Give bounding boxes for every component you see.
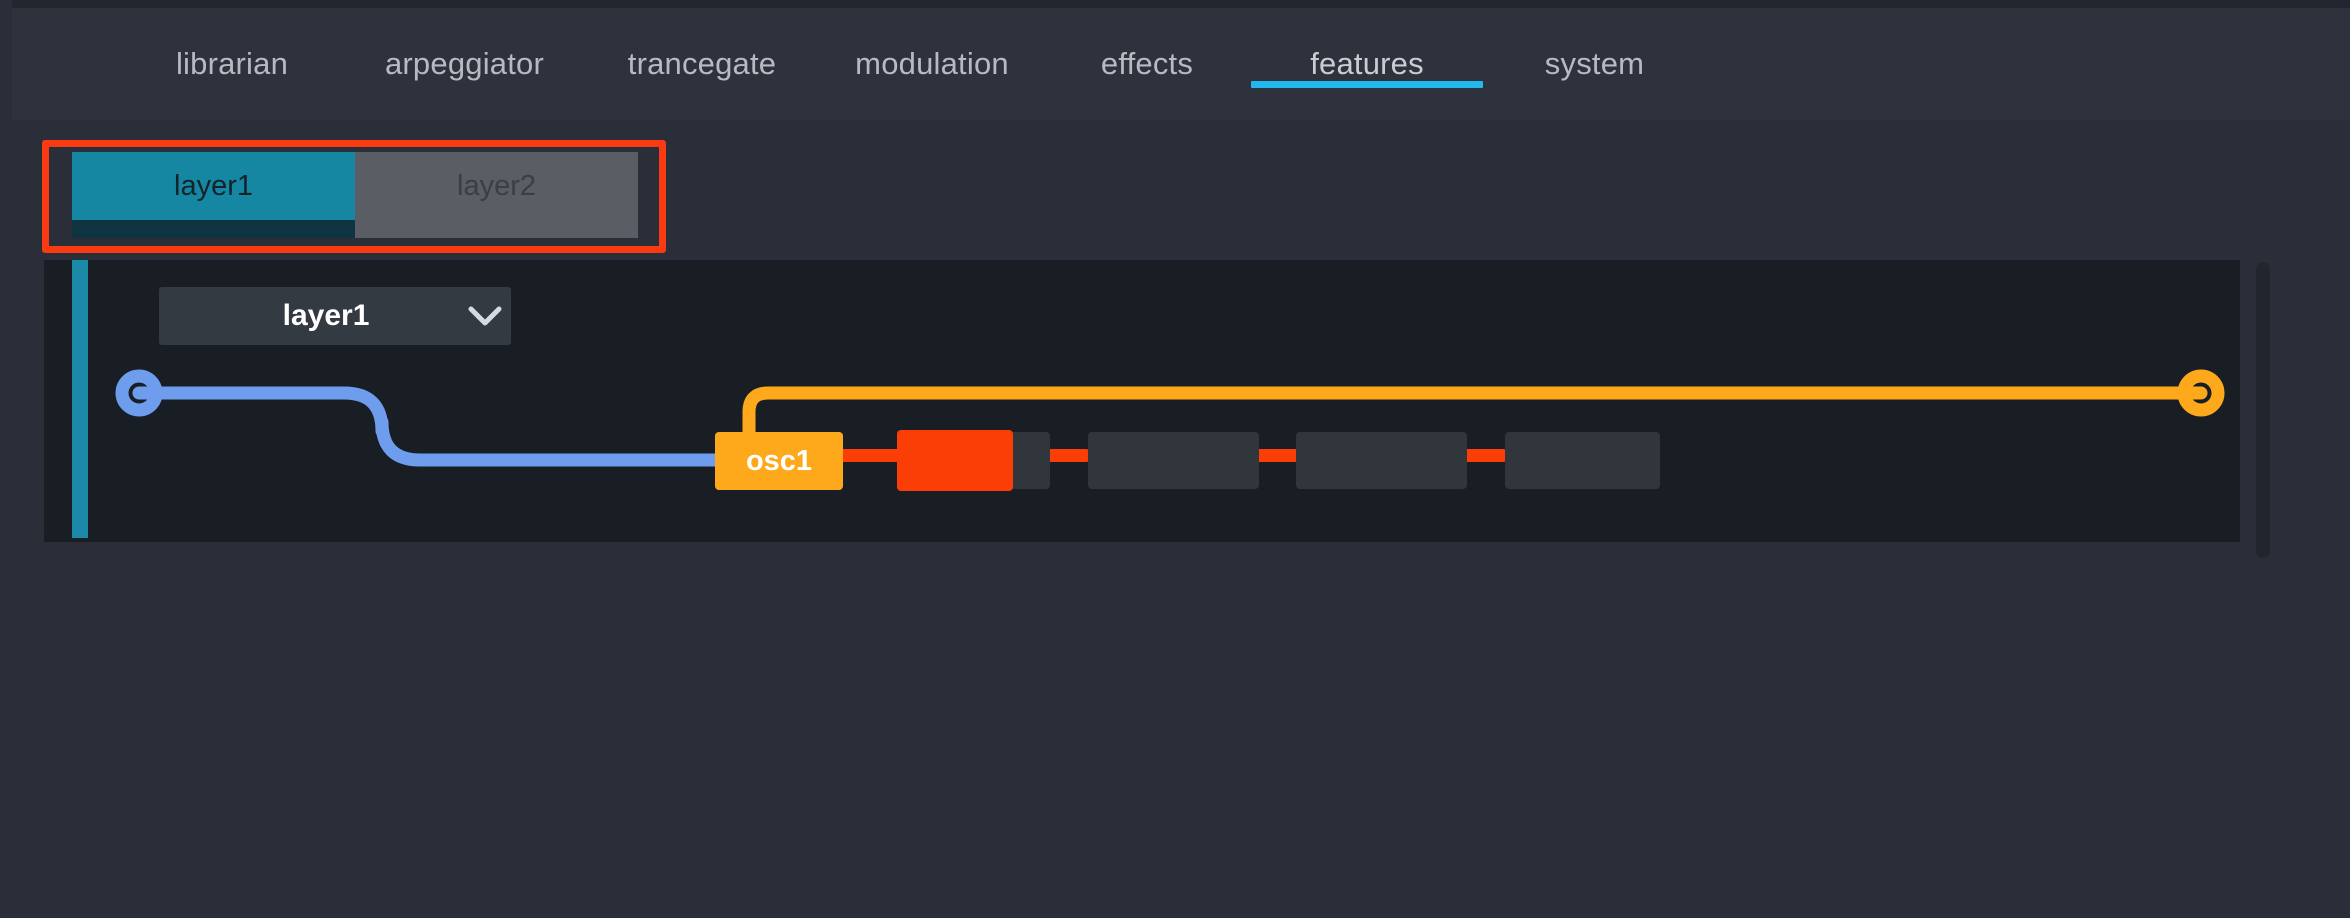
tab-features[interactable]: features — [1247, 8, 1487, 120]
vertical-scrollbar-thumb[interactable] — [2256, 262, 2270, 558]
layer-select-value: layer1 — [282, 299, 370, 332]
tab-system[interactable]: system — [1487, 8, 1702, 120]
connector-slot2-slot3 — [1046, 449, 1088, 462]
tab-arpeggiator[interactable]: arpeggiator — [342, 8, 587, 120]
node-slot-3[interactable] — [1088, 432, 1259, 489]
tab-label: features — [1310, 46, 1424, 81]
node-slot-5[interactable] — [1505, 432, 1660, 489]
layer1-selected-indicator — [72, 220, 355, 238]
active-tab-underline — [1251, 81, 1483, 88]
tab-label: librarian — [175, 46, 289, 81]
panel-right-edge — [2240, 260, 2244, 542]
input-port — [115, 369, 163, 417]
window-top-strip — [0, 0, 2350, 8]
node-osc1[interactable]: osc1 — [715, 432, 843, 490]
connector-slot4-slot5 — [1463, 449, 1505, 462]
layer-segment-group: layer1 layer2 — [72, 152, 638, 220]
connector-osc1-slot2 — [842, 449, 900, 462]
panel-accent-bar — [72, 260, 88, 538]
input-wire — [132, 386, 722, 467]
connector-slot3-slot4 — [1255, 449, 1297, 462]
layer-select-dropdown[interactable]: layer1 — [159, 287, 511, 345]
tab-effects[interactable]: effects — [1047, 8, 1247, 120]
tab-label: trancegate — [627, 46, 777, 81]
chevron-down-icon — [459, 305, 511, 327]
layer2-toggle-button[interactable]: layer2 — [355, 152, 638, 220]
tab-label: system — [1544, 46, 1645, 81]
main-tab-bar: librarian arpeggiator trancegate modulat… — [12, 8, 2350, 120]
layer2-indicator — [355, 220, 638, 238]
tab-librarian[interactable]: librarian — [122, 8, 342, 120]
tab-label: effects — [1100, 46, 1194, 81]
tab-label: arpeggiator — [384, 46, 545, 81]
window-left-gutter — [0, 0, 12, 918]
output-port — [2177, 369, 2225, 417]
app-window: librarian arpeggiator trancegate modulat… — [0, 0, 2350, 918]
output-wire — [742, 386, 2208, 442]
tab-modulation[interactable]: modulation — [817, 8, 1047, 120]
node-slot-2[interactable] — [897, 430, 1013, 491]
layer-segmented-control: layer1 layer2 — [72, 152, 642, 244]
layer1-toggle-button[interactable]: layer1 — [72, 152, 355, 220]
layer-graph-panel: layer1 osc1 — [44, 260, 2240, 542]
tab-trancegate[interactable]: trancegate — [587, 8, 817, 120]
node-slot-4[interactable] — [1296, 432, 1467, 489]
tab-label: modulation — [855, 46, 1009, 81]
node-osc1-label: osc1 — [745, 444, 813, 477]
